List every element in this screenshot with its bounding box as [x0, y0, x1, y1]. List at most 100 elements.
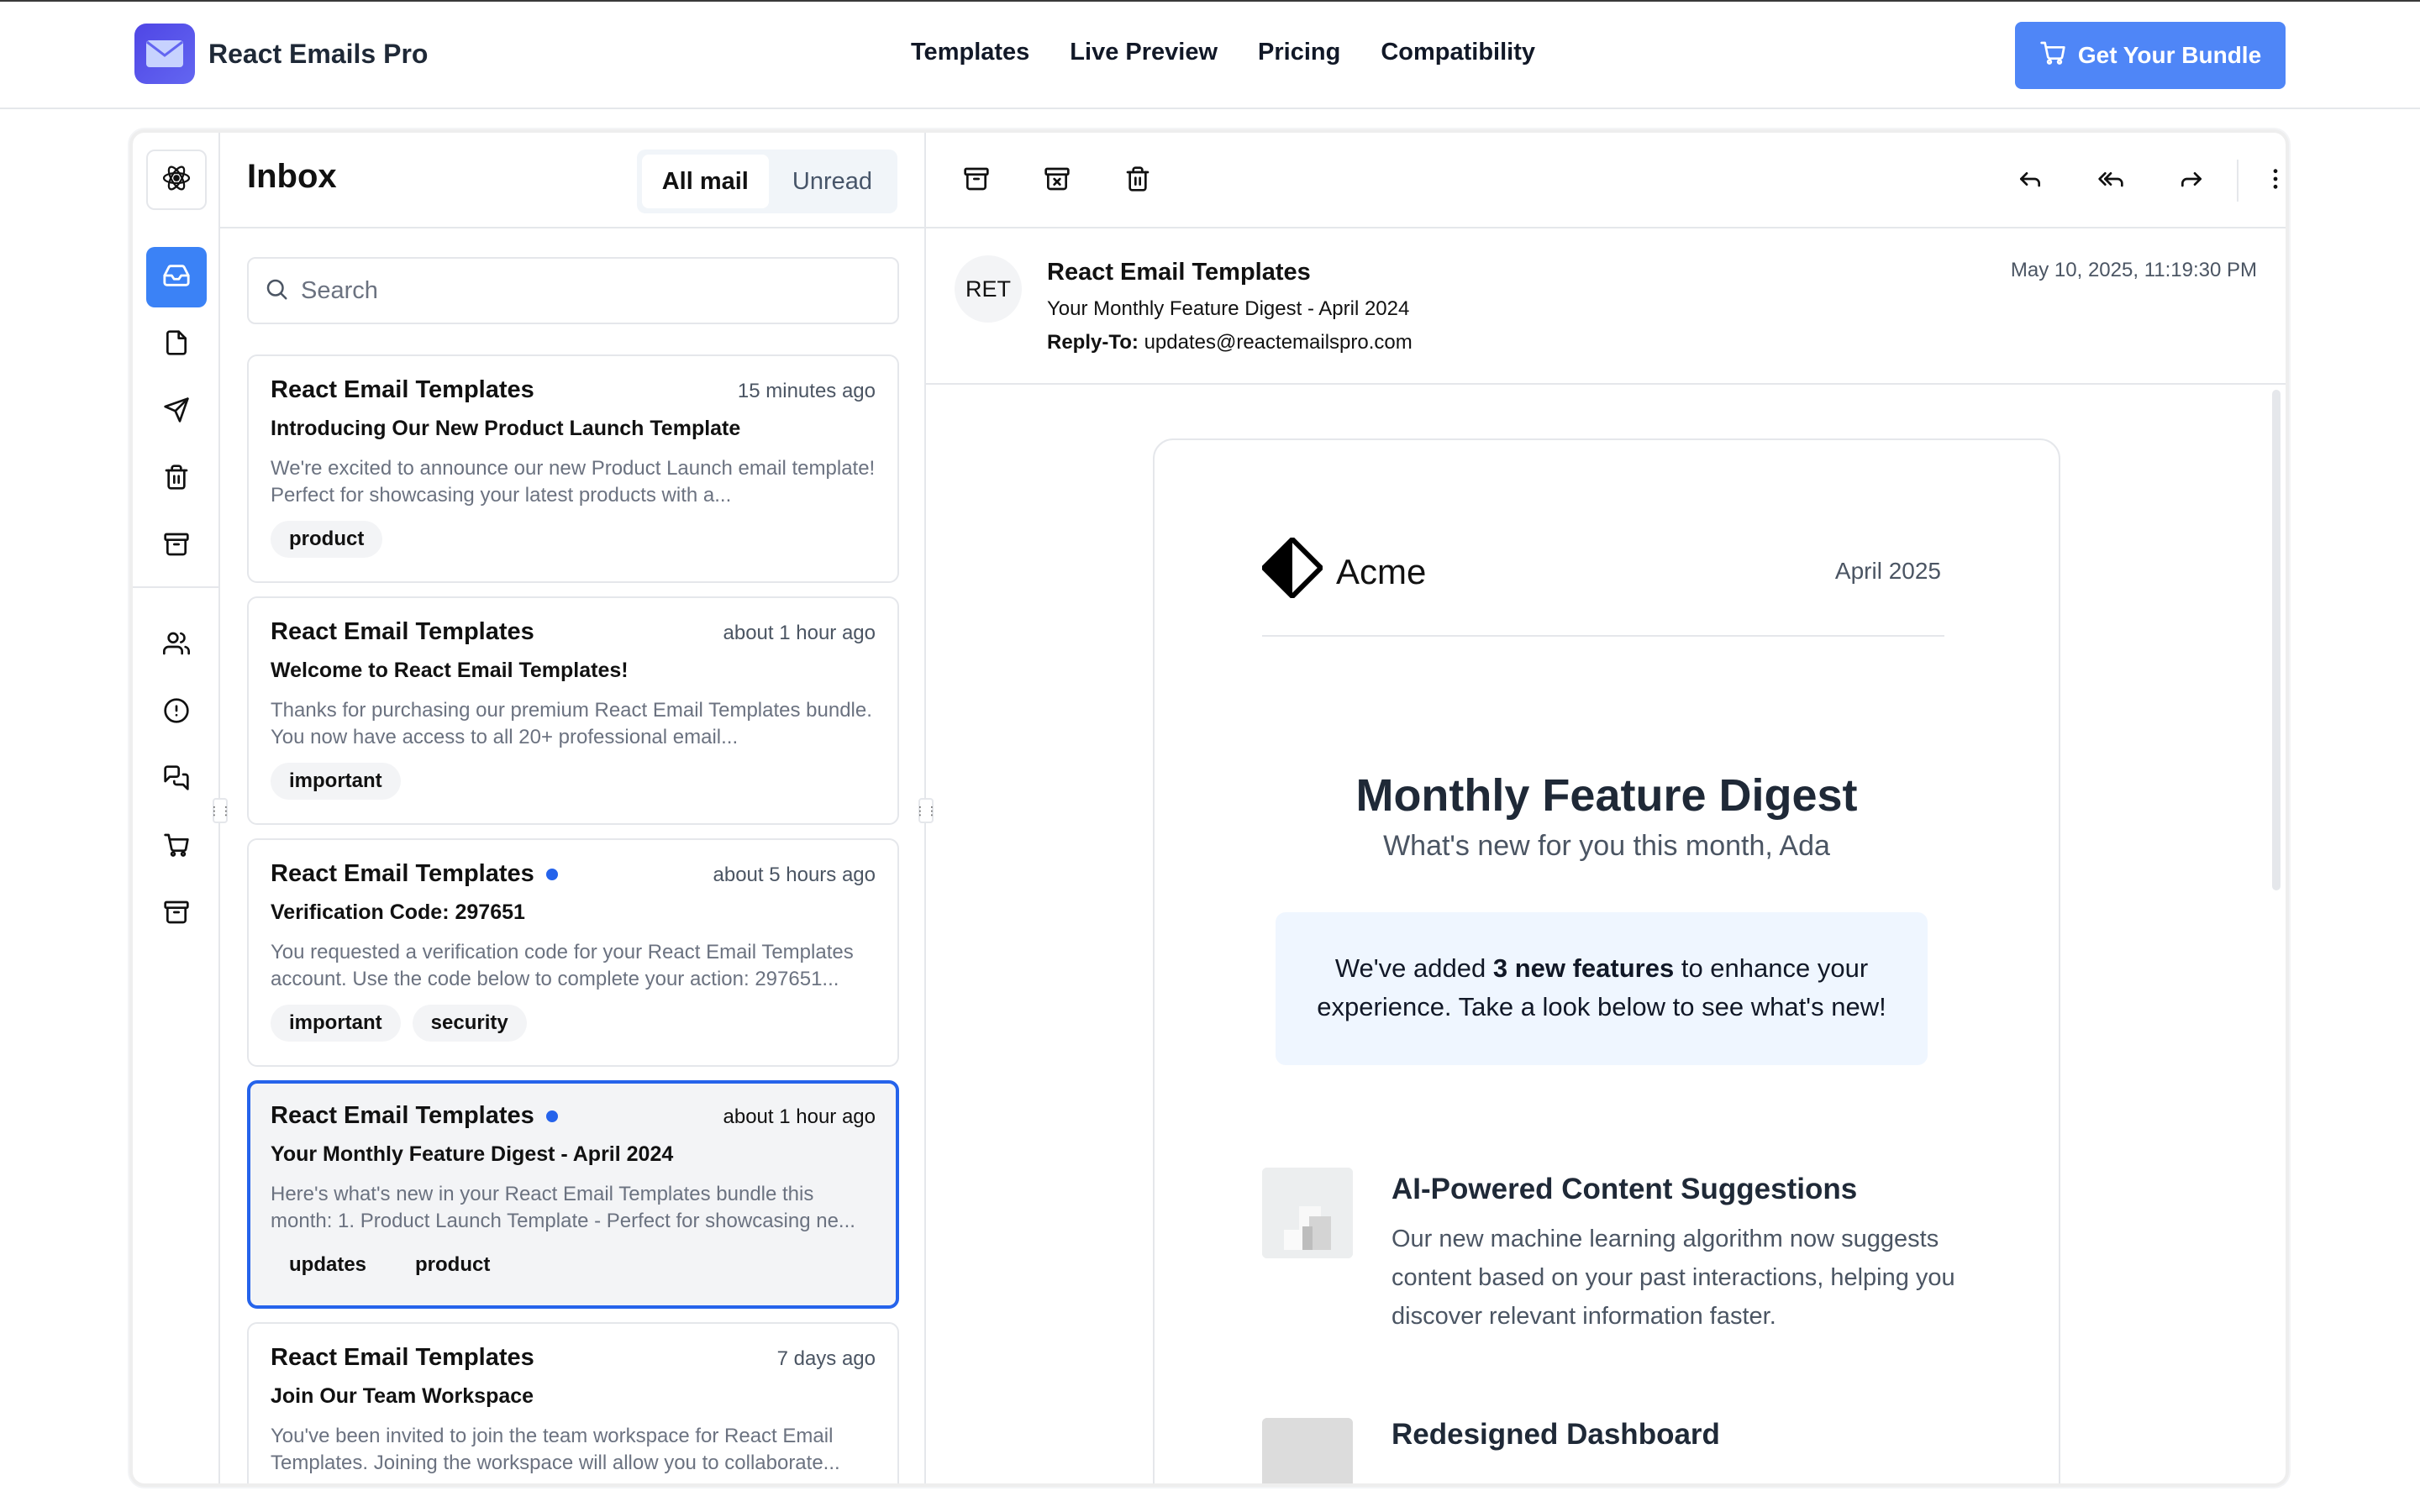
tag-badge[interactable]: product — [397, 1247, 508, 1284]
sidebar-item-inbox[interactable] — [146, 247, 207, 307]
reply-all-button[interactable] — [2094, 164, 2128, 197]
sidebar-item-social[interactable] — [146, 615, 207, 675]
mail-logo-icon — [134, 24, 195, 84]
email-time: about 1 hour ago — [723, 622, 876, 644]
reply-to-address: updates@reactemailspro.com — [1144, 331, 1413, 354]
nav-links: Templates Live Preview Pricing Compatibi… — [911, 39, 1535, 66]
forward-icon — [2178, 165, 2205, 197]
tag-badge[interactable]: important — [271, 1005, 401, 1042]
nav-link-templates[interactable]: Templates — [911, 39, 1029, 66]
email-list-pane: Inbox All mail Unread React Email Templa… — [220, 133, 926, 1483]
sidebar-divider — [133, 586, 220, 588]
top-navigation: React Emails Pro Templates Live Preview … — [0, 0, 2420, 109]
messages-icon — [163, 764, 190, 795]
email-content-card: Acme April 2025 Monthly Feature Digest W… — [1153, 438, 2060, 1483]
forward-button[interactable] — [2175, 164, 2208, 197]
brand[interactable]: React Emails Pro — [134, 24, 428, 84]
sidebar-item-archive[interactable] — [146, 516, 207, 576]
email-subject: Introducing Our New Product Launch Templ… — [271, 417, 741, 440]
archive-icon — [963, 165, 990, 197]
acme-brand: Acme — [1260, 535, 1427, 606]
unread-dot — [545, 868, 558, 880]
email-preview: We're excited to announce our new Produc… — [271, 457, 876, 507]
message-reply-to: Reply-To: updates@reactemailspro.com — [1047, 331, 1413, 354]
nav-link-live-preview[interactable]: Live Preview — [1070, 39, 1218, 66]
archive-button[interactable] — [960, 164, 993, 197]
reply-all-icon — [2096, 165, 2125, 197]
move-to-junk-button[interactable] — [1040, 164, 1074, 197]
callout-text-start: We've added — [1334, 953, 1493, 983]
inbox-icon — [162, 261, 191, 294]
more-vertical-icon — [2262, 165, 2286, 197]
feature-description: Our new machine learning algorithm now s… — [1392, 1226, 1955, 1330]
sidebar-item-drafts[interactable] — [146, 314, 207, 375]
tab-unread[interactable]: Unread — [772, 155, 892, 208]
more-options-button[interactable] — [2259, 164, 2286, 197]
email-sender-name: React Email Templates — [271, 1102, 534, 1129]
email-tags: important — [271, 763, 401, 800]
archive-icon — [163, 531, 190, 562]
get-bundle-button[interactable]: Get Your Bundle — [2015, 22, 2286, 89]
email-list-item[interactable]: React Email Templates about 5 hours ago … — [247, 838, 899, 1067]
newsletter-date: April 2025 — [1834, 558, 1941, 584]
delete-button[interactable] — [1121, 164, 1155, 197]
email-list-item[interactable]: React Email Templates 15 minutes ago Int… — [247, 354, 899, 583]
email-sender: React Email Templates — [271, 1344, 534, 1372]
message-toolbar — [926, 133, 2286, 228]
email-preview: Here's what's new in your React Email Te… — [271, 1183, 855, 1232]
email-preview: You've been invited to join the team wor… — [271, 1425, 840, 1474]
tag-badge[interactable]: updates — [271, 1247, 385, 1284]
page-title: Inbox — [247, 158, 337, 195]
nav-link-compatibility[interactable]: Compatibility — [1381, 39, 1535, 66]
digest-title: Monthly Feature Digest — [1355, 770, 1858, 821]
search-input[interactable] — [301, 276, 872, 305]
email-sender: React Email Templates — [271, 376, 534, 404]
unread-dot — [545, 1110, 558, 1122]
sidebar-item-shopping[interactable] — [146, 816, 207, 877]
feature-callout: We've added 3 new features to enhance yo… — [1276, 912, 1928, 1065]
email-list-item-selected[interactable]: React Email Templates about 1 hour ago Y… — [247, 1080, 899, 1309]
feature-thumbnail — [1262, 1418, 1353, 1483]
message-body[interactable]: Acme April 2025 Monthly Feature Digest W… — [926, 385, 2286, 1483]
avatar: RET — [955, 255, 1022, 323]
message-date: May 10, 2025, 11:19:30 PM — [2010, 259, 2257, 281]
scrollbar[interactable] — [2272, 390, 2281, 890]
icon-sidebar — [133, 133, 220, 1483]
archive-icon — [163, 899, 190, 930]
react-logo-button[interactable] — [146, 150, 207, 210]
tag-badge[interactable]: important — [271, 763, 401, 800]
cart-icon — [163, 832, 190, 863]
email-subject: Join Our Team Workspace — [271, 1384, 534, 1408]
nav-link-pricing[interactable]: Pricing — [1258, 39, 1340, 66]
email-sender: React Email Templates — [271, 860, 558, 888]
tag-badge[interactable]: product — [271, 521, 383, 558]
email-list-item[interactable]: React Email Templates about 1 hour ago W… — [247, 596, 899, 825]
archive-x-icon — [1044, 165, 1071, 197]
sidebar-item-trash[interactable] — [146, 449, 207, 509]
company-name: Acme — [1336, 552, 1427, 591]
reply-button[interactable] — [2013, 164, 2047, 197]
email-time: about 5 hours ago — [713, 864, 876, 886]
email-tags: updates product — [271, 1247, 508, 1284]
sidebar-item-updates[interactable] — [146, 682, 207, 743]
mail-app-frame: ⋮⋮ Inbox All mail Unread React Email Tem… — [129, 129, 2289, 1487]
sidebar-item-sent[interactable] — [146, 381, 207, 442]
email-subject: Verification Code: 297651 — [271, 900, 525, 924]
reply-icon — [2017, 165, 2044, 197]
brand-name: React Emails Pro — [208, 38, 429, 69]
tab-all-mail[interactable]: All mail — [641, 155, 769, 208]
email-time: 7 days ago — [776, 1347, 876, 1370]
users-icon — [163, 630, 191, 661]
email-preview: Thanks for purchasing our premium React … — [271, 699, 872, 748]
sidebar-item-forums[interactable] — [146, 749, 207, 810]
message-sender: React Email Templates — [1047, 259, 1311, 286]
search-box — [247, 257, 899, 324]
reading-pane: RET React Email Templates Your Monthly F… — [926, 133, 2286, 1483]
email-tags: important security — [271, 1005, 527, 1042]
email-preview: You requested a verification code for yo… — [271, 941, 854, 990]
cart-icon — [2039, 39, 2066, 72]
email-list-item[interactable]: React Email Templates 7 days ago Join Ou… — [247, 1322, 899, 1483]
sidebar-item-promotions[interactable] — [146, 884, 207, 944]
acme-logo-icon — [1260, 535, 1325, 606]
tag-badge[interactable]: security — [412, 1005, 527, 1042]
